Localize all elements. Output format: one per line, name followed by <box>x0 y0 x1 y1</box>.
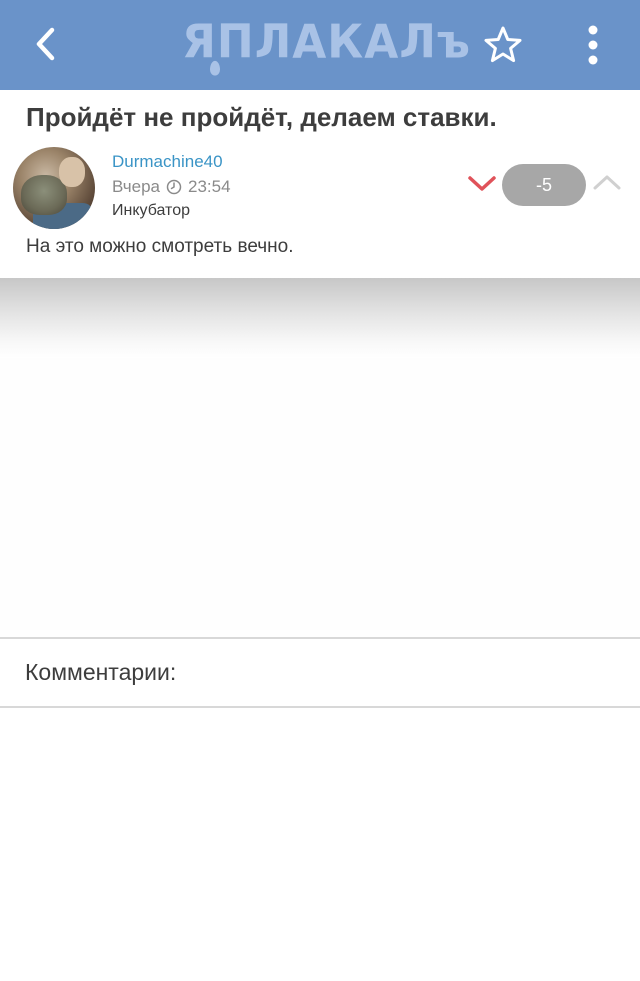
site-logo[interactable]: ЯПЛАКАЛъ <box>182 15 471 76</box>
vote-down-chevron-icon[interactable] <box>466 170 498 196</box>
favorite-star-icon[interactable] <box>482 24 524 66</box>
logo-text: ЯПЛАКАЛъ <box>182 15 471 70</box>
more-options-icon[interactable] <box>578 22 608 68</box>
top-app-bar: ЯПЛАКАЛъ <box>0 0 640 90</box>
comments-heading: Комментарии: <box>25 659 177 685</box>
post-title: Пройдёт не пройдёт, делаем ставки. <box>26 102 497 132</box>
media-loading-shadow <box>0 278 640 358</box>
comments-bottom-divider <box>0 706 640 708</box>
vote-up-chevron-icon[interactable] <box>591 170 623 196</box>
author-name-link[interactable]: Durmachine40 <box>112 152 223 172</box>
post-meta: Вчера 23:54 <box>112 177 231 197</box>
post-score-badge: -5 <box>502 164 586 206</box>
comments-top-divider <box>0 637 640 639</box>
author-rank: Инкубатор <box>112 202 190 219</box>
clock-icon <box>166 179 182 195</box>
post-time: 23:54 <box>188 177 231 196</box>
post-card: Пройдёт не пройдёт, делаем ставки. Durma… <box>0 90 640 278</box>
post-media-placeholder <box>0 358 640 638</box>
avatar-face <box>59 157 85 187</box>
logo-drop-icon <box>210 60 220 76</box>
post-date: Вчера <box>112 177 160 196</box>
author-avatar[interactable] <box>13 147 95 229</box>
back-icon[interactable] <box>28 24 68 64</box>
post-body-text: На это можно смотреть вечно. <box>26 236 294 257</box>
